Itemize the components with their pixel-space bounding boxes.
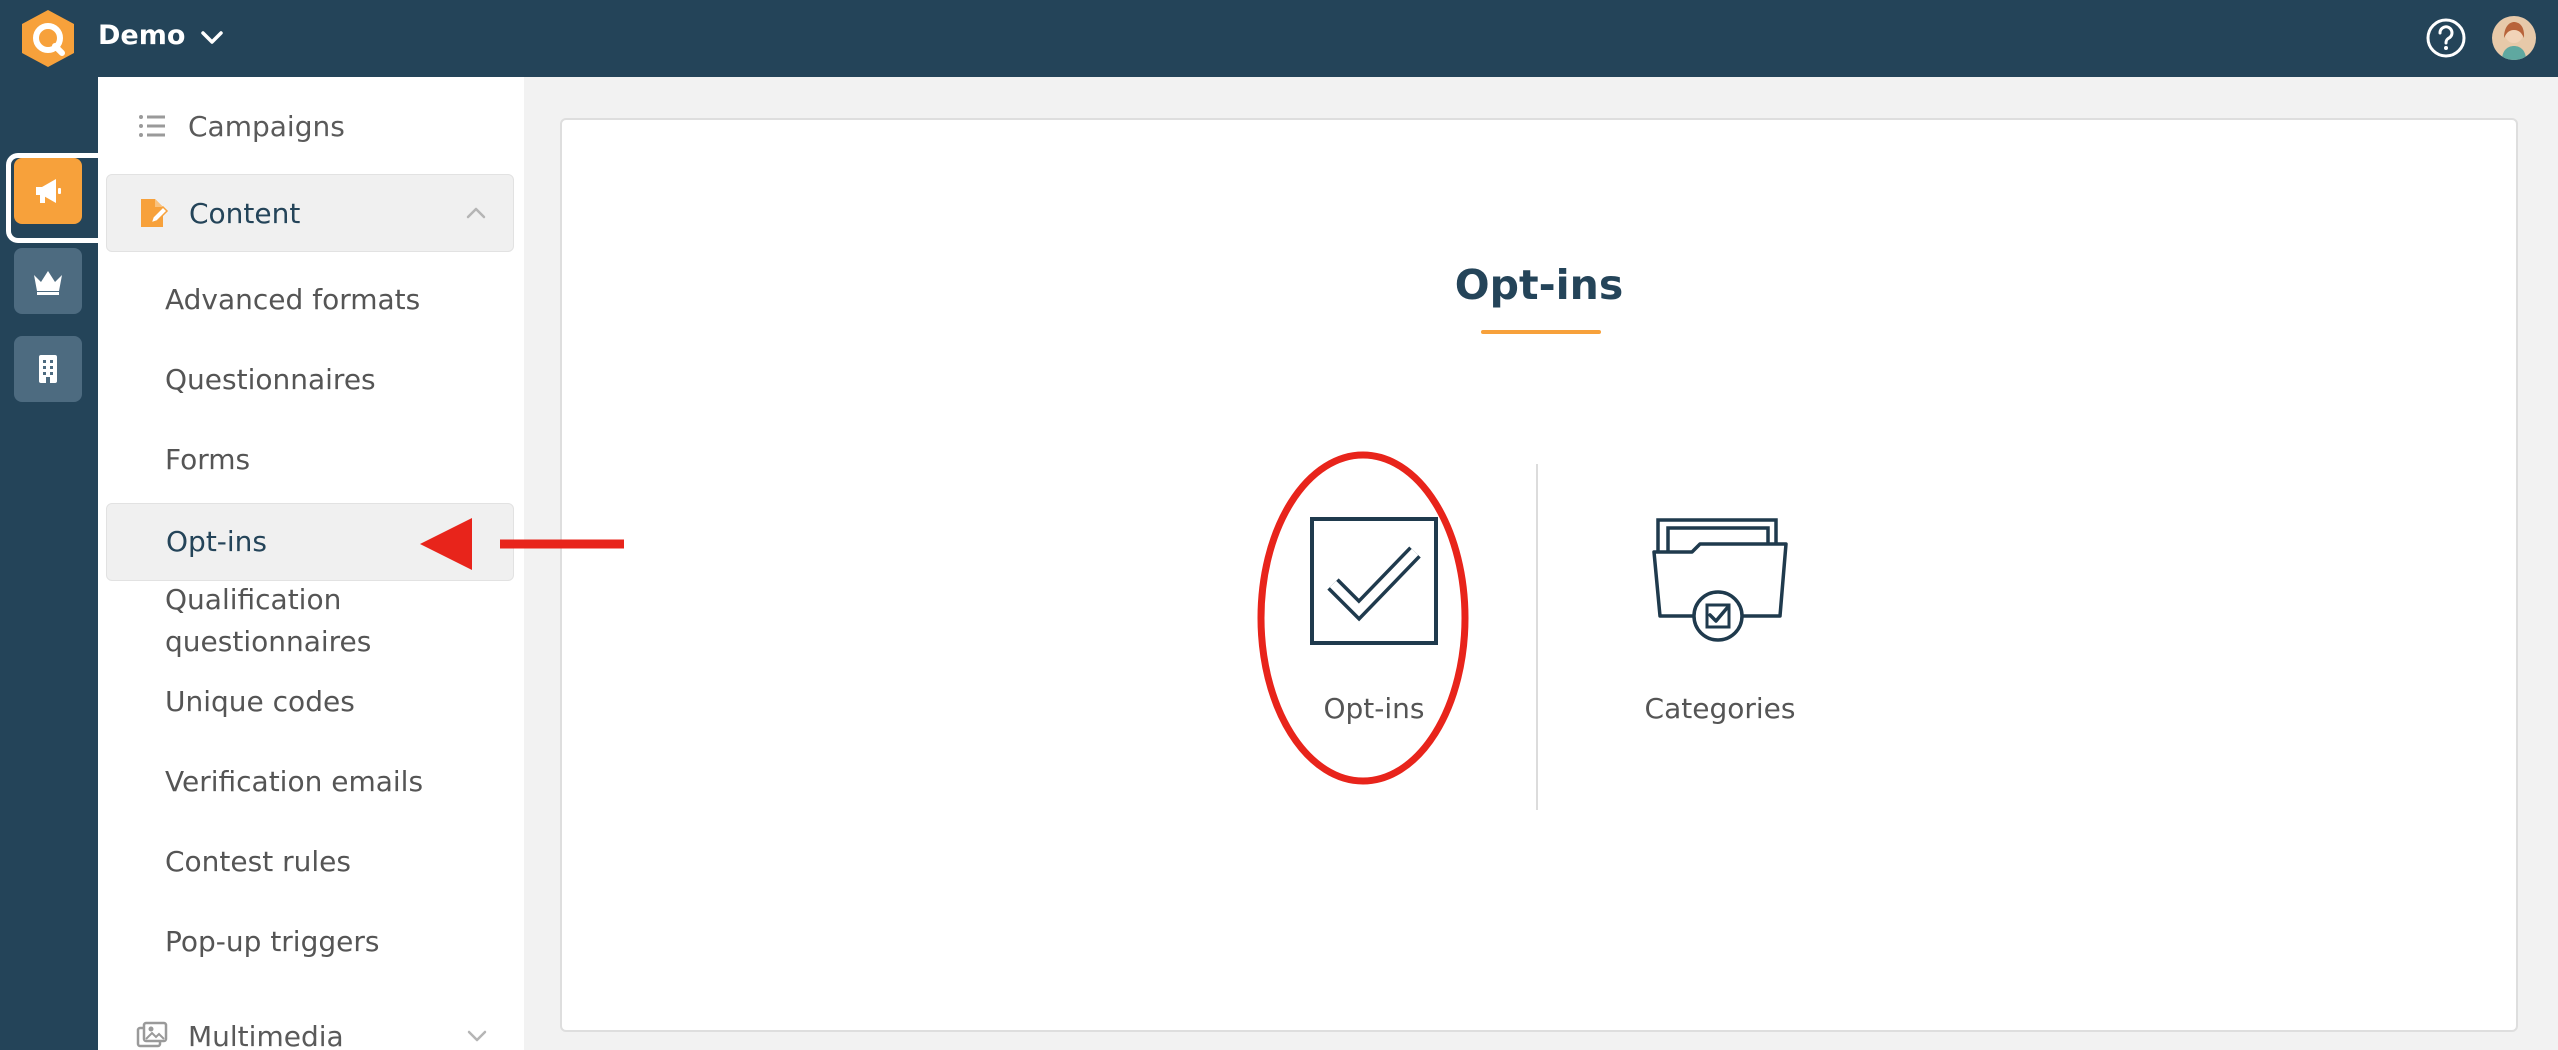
tile-divider: [1536, 464, 1538, 810]
rail-item-campaigns[interactable]: [14, 158, 82, 224]
sidebar-subitem-label: Forms: [165, 443, 251, 476]
sidebar-subitem-verification-emails[interactable]: Verification emails: [106, 761, 514, 839]
title-underline: [1481, 330, 1601, 334]
sidebar: Campaigns Content Advanced formats Quest…: [98, 77, 524, 1050]
sidebar-subitem-label: Advanced formats: [165, 283, 421, 316]
sidebar-subitem-qualification-questionnaires[interactable]: Qualification questionnaires: [106, 579, 514, 671]
rail-item-loyalty[interactable]: [14, 248, 82, 314]
top-bar: Demo: [0, 0, 2558, 77]
sidebar-item-label: Multimedia: [188, 1019, 344, 1050]
chevron-down-icon[interactable]: [196, 22, 228, 54]
sidebar-item-label: Campaigns: [188, 109, 345, 143]
sidebar-item-campaigns[interactable]: Campaigns: [106, 87, 514, 165]
chevron-up-icon[interactable]: [461, 198, 491, 228]
page-title: Opt-ins: [1454, 261, 1624, 309]
tile-label: Categories: [1644, 692, 1796, 725]
tile-opt-ins[interactable]: Opt-ins: [1264, 516, 1484, 725]
sidebar-subitem-popup-triggers[interactable]: Pop-up triggers: [106, 921, 514, 999]
app-logo-icon[interactable]: [19, 8, 77, 69]
megaphone-icon: [36, 179, 61, 203]
list-icon: [139, 115, 165, 137]
sidebar-subitem-advanced-formats[interactable]: Advanced formats: [106, 261, 514, 339]
crown-icon: [34, 271, 62, 295]
checkbox-icon: [1310, 517, 1438, 645]
sidebar-subitem-forms[interactable]: Forms: [106, 421, 514, 499]
building-icon: [39, 355, 57, 383]
sidebar-subitem-label: Questionnaires: [165, 363, 376, 396]
sidebar-subitem-label: Pop-up triggers: [165, 925, 380, 958]
images-icon: [136, 1021, 168, 1048]
main-card: Opt-ins Opt-ins Categories: [560, 118, 2518, 1032]
sidebar-subitem-label: Contest rules: [165, 845, 351, 878]
sidebar-subitem-label: Verification emails: [165, 765, 424, 798]
rail-item-organization[interactable]: [14, 336, 82, 402]
tile-categories[interactable]: Categories: [1610, 516, 1830, 725]
sidebar-item-label: Content: [189, 196, 301, 230]
sidebar-subitem-unique-codes[interactable]: Unique codes: [106, 681, 514, 759]
tile-label: Opt-ins: [1323, 692, 1425, 725]
sidebar-item-content[interactable]: Content: [106, 174, 514, 252]
sidebar-subitem-label: Unique codes: [165, 685, 355, 718]
folder-check-icon: [1652, 518, 1788, 642]
help-icon[interactable]: [2424, 16, 2468, 60]
sidebar-subitem-label: Qualification questionnaires: [165, 583, 372, 658]
sidebar-subitem-questionnaires[interactable]: Questionnaires: [106, 341, 514, 419]
workspace-title[interactable]: Demo: [98, 20, 185, 51]
document-edit-icon: [141, 199, 169, 227]
sidebar-subitem-contest-rules[interactable]: Contest rules: [106, 841, 514, 919]
user-avatar[interactable]: [2492, 16, 2536, 60]
sidebar-item-multimedia[interactable]: Multimedia: [106, 997, 514, 1050]
app-rail: [0, 77, 98, 1050]
chevron-down-icon[interactable]: [462, 1021, 492, 1050]
sidebar-subitem-label: Opt-ins: [166, 525, 268, 558]
sidebar-subitem-opt-ins[interactable]: Opt-ins: [106, 503, 514, 581]
